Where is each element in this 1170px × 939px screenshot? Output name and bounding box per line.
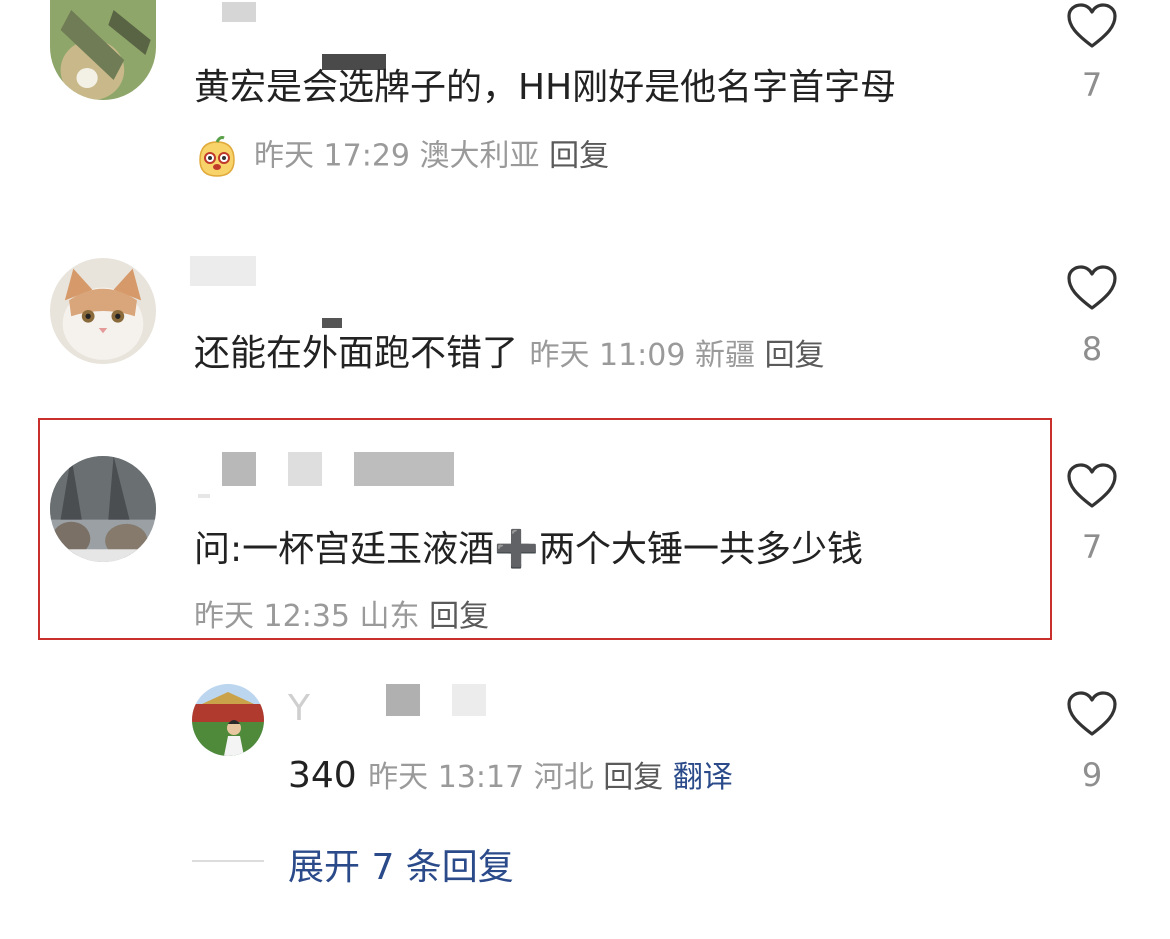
like-count: 7 bbox=[1081, 528, 1103, 566]
heart-outline-icon bbox=[1067, 463, 1117, 508]
username-initial[interactable]: Y bbox=[288, 688, 310, 729]
username-redacted bbox=[452, 684, 486, 716]
comment-text: 还能在外面跑不错了 昨天 11:09 新疆 回复 bbox=[194, 333, 825, 374]
username-redacted[interactable] bbox=[222, 2, 256, 22]
comment-meta: 昨天 17:29 澳大利亚 回复 bbox=[194, 134, 609, 180]
comment-location: 澳大利亚 bbox=[419, 138, 540, 174]
comment-location: 新疆 bbox=[695, 338, 756, 373]
like-button[interactable] bbox=[1066, 264, 1118, 312]
plus-icon: ➕ bbox=[494, 529, 539, 570]
comment-location: 山东 bbox=[359, 599, 420, 634]
comment-location: 河北 bbox=[533, 760, 594, 795]
comment-time: 昨天 13:17 bbox=[368, 760, 525, 795]
avatar[interactable] bbox=[192, 684, 264, 756]
avatar[interactable] bbox=[50, 0, 156, 100]
comment-meta: 昨天 11:09 新疆 回复 bbox=[529, 338, 824, 373]
comment-time: 昨天 11:09 bbox=[529, 338, 686, 373]
comment-meta: 昨天 13:17 河北 回复 翻译 bbox=[368, 760, 733, 795]
like-count: 9 bbox=[1081, 756, 1103, 794]
comment-text: 问:一杯宫廷玉液酒➕两个大锤一共多少钱 bbox=[194, 529, 863, 570]
comment-time: 昨天 17:29 bbox=[254, 138, 410, 174]
comment-text: 340 昨天 13:17 河北 回复 翻译 bbox=[288, 755, 733, 796]
username-redacted bbox=[288, 452, 322, 486]
reply-button[interactable]: 回复 bbox=[429, 599, 489, 634]
like-button[interactable] bbox=[1066, 2, 1118, 50]
like-button[interactable] bbox=[1066, 690, 1118, 738]
comment-text: 黄宏是会选牌子的，HH刚好是他名字首字母 bbox=[194, 67, 897, 108]
heart-outline-icon bbox=[1067, 265, 1117, 310]
avatar[interactable] bbox=[50, 456, 156, 562]
reply-button[interactable]: 回复 bbox=[765, 338, 825, 373]
username-redacted[interactable] bbox=[190, 256, 256, 286]
username-redacted[interactable] bbox=[222, 452, 256, 486]
translate-button[interactable]: 翻译 bbox=[673, 760, 733, 795]
comment-meta: 昨天 12:35 山东 回复 bbox=[194, 598, 489, 636]
avatar[interactable] bbox=[50, 258, 156, 364]
mascot-emoji-icon bbox=[194, 134, 240, 180]
username-redacted bbox=[354, 452, 454, 486]
like-count: 7 bbox=[1081, 66, 1103, 104]
heart-outline-icon bbox=[1067, 3, 1117, 48]
like-count: 8 bbox=[1081, 330, 1103, 368]
username-redacted bbox=[322, 318, 342, 328]
username-redacted bbox=[386, 684, 420, 716]
like-button[interactable] bbox=[1066, 462, 1118, 510]
expand-replies-button[interactable]: 展开 7 条回复 bbox=[288, 838, 514, 890]
comment-time: 昨天 12:35 bbox=[194, 599, 350, 634]
heart-outline-icon bbox=[1067, 691, 1117, 736]
username-redacted bbox=[198, 494, 210, 498]
divider bbox=[192, 860, 264, 862]
reply-button[interactable]: 回复 bbox=[603, 760, 663, 795]
reply-button[interactable]: 回复 bbox=[549, 139, 609, 174]
